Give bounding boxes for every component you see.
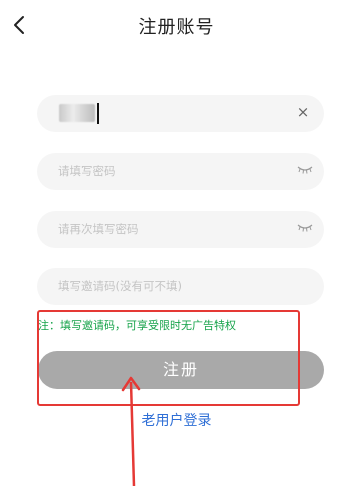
account-input[interactable]: × <box>37 95 324 132</box>
text-caret <box>97 103 99 124</box>
confirm-password-input[interactable]: 请再次填写密码 <box>37 211 324 248</box>
existing-user-login-link[interactable]: 老用户登录 <box>0 410 353 430</box>
confirm-password-placeholder: 请再次填写密码 <box>58 222 139 236</box>
password-input[interactable]: 请填写密码 <box>37 153 324 190</box>
invite-code-input[interactable]: 填写邀请码(没有可不填) <box>37 268 324 305</box>
annotation-highlight-box <box>37 310 300 406</box>
register-screen: 注册账号 × 请填写密码 请再次填写密码 填写邀请码(没有可不填) 注：填写邀请… <box>0 0 353 486</box>
close-icon[interactable]: × <box>296 105 310 120</box>
eye-closed-icon[interactable] <box>297 223 313 233</box>
password-placeholder: 请填写密码 <box>58 164 116 178</box>
page-title: 注册账号 <box>138 17 215 38</box>
header: 注册账号 <box>0 0 353 52</box>
annotation-arrow-icon <box>121 376 141 486</box>
redacted-account-value <box>59 104 95 122</box>
invite-code-placeholder: 填写邀请码(没有可不填) <box>58 279 182 293</box>
eye-closed-icon[interactable] <box>297 165 313 175</box>
